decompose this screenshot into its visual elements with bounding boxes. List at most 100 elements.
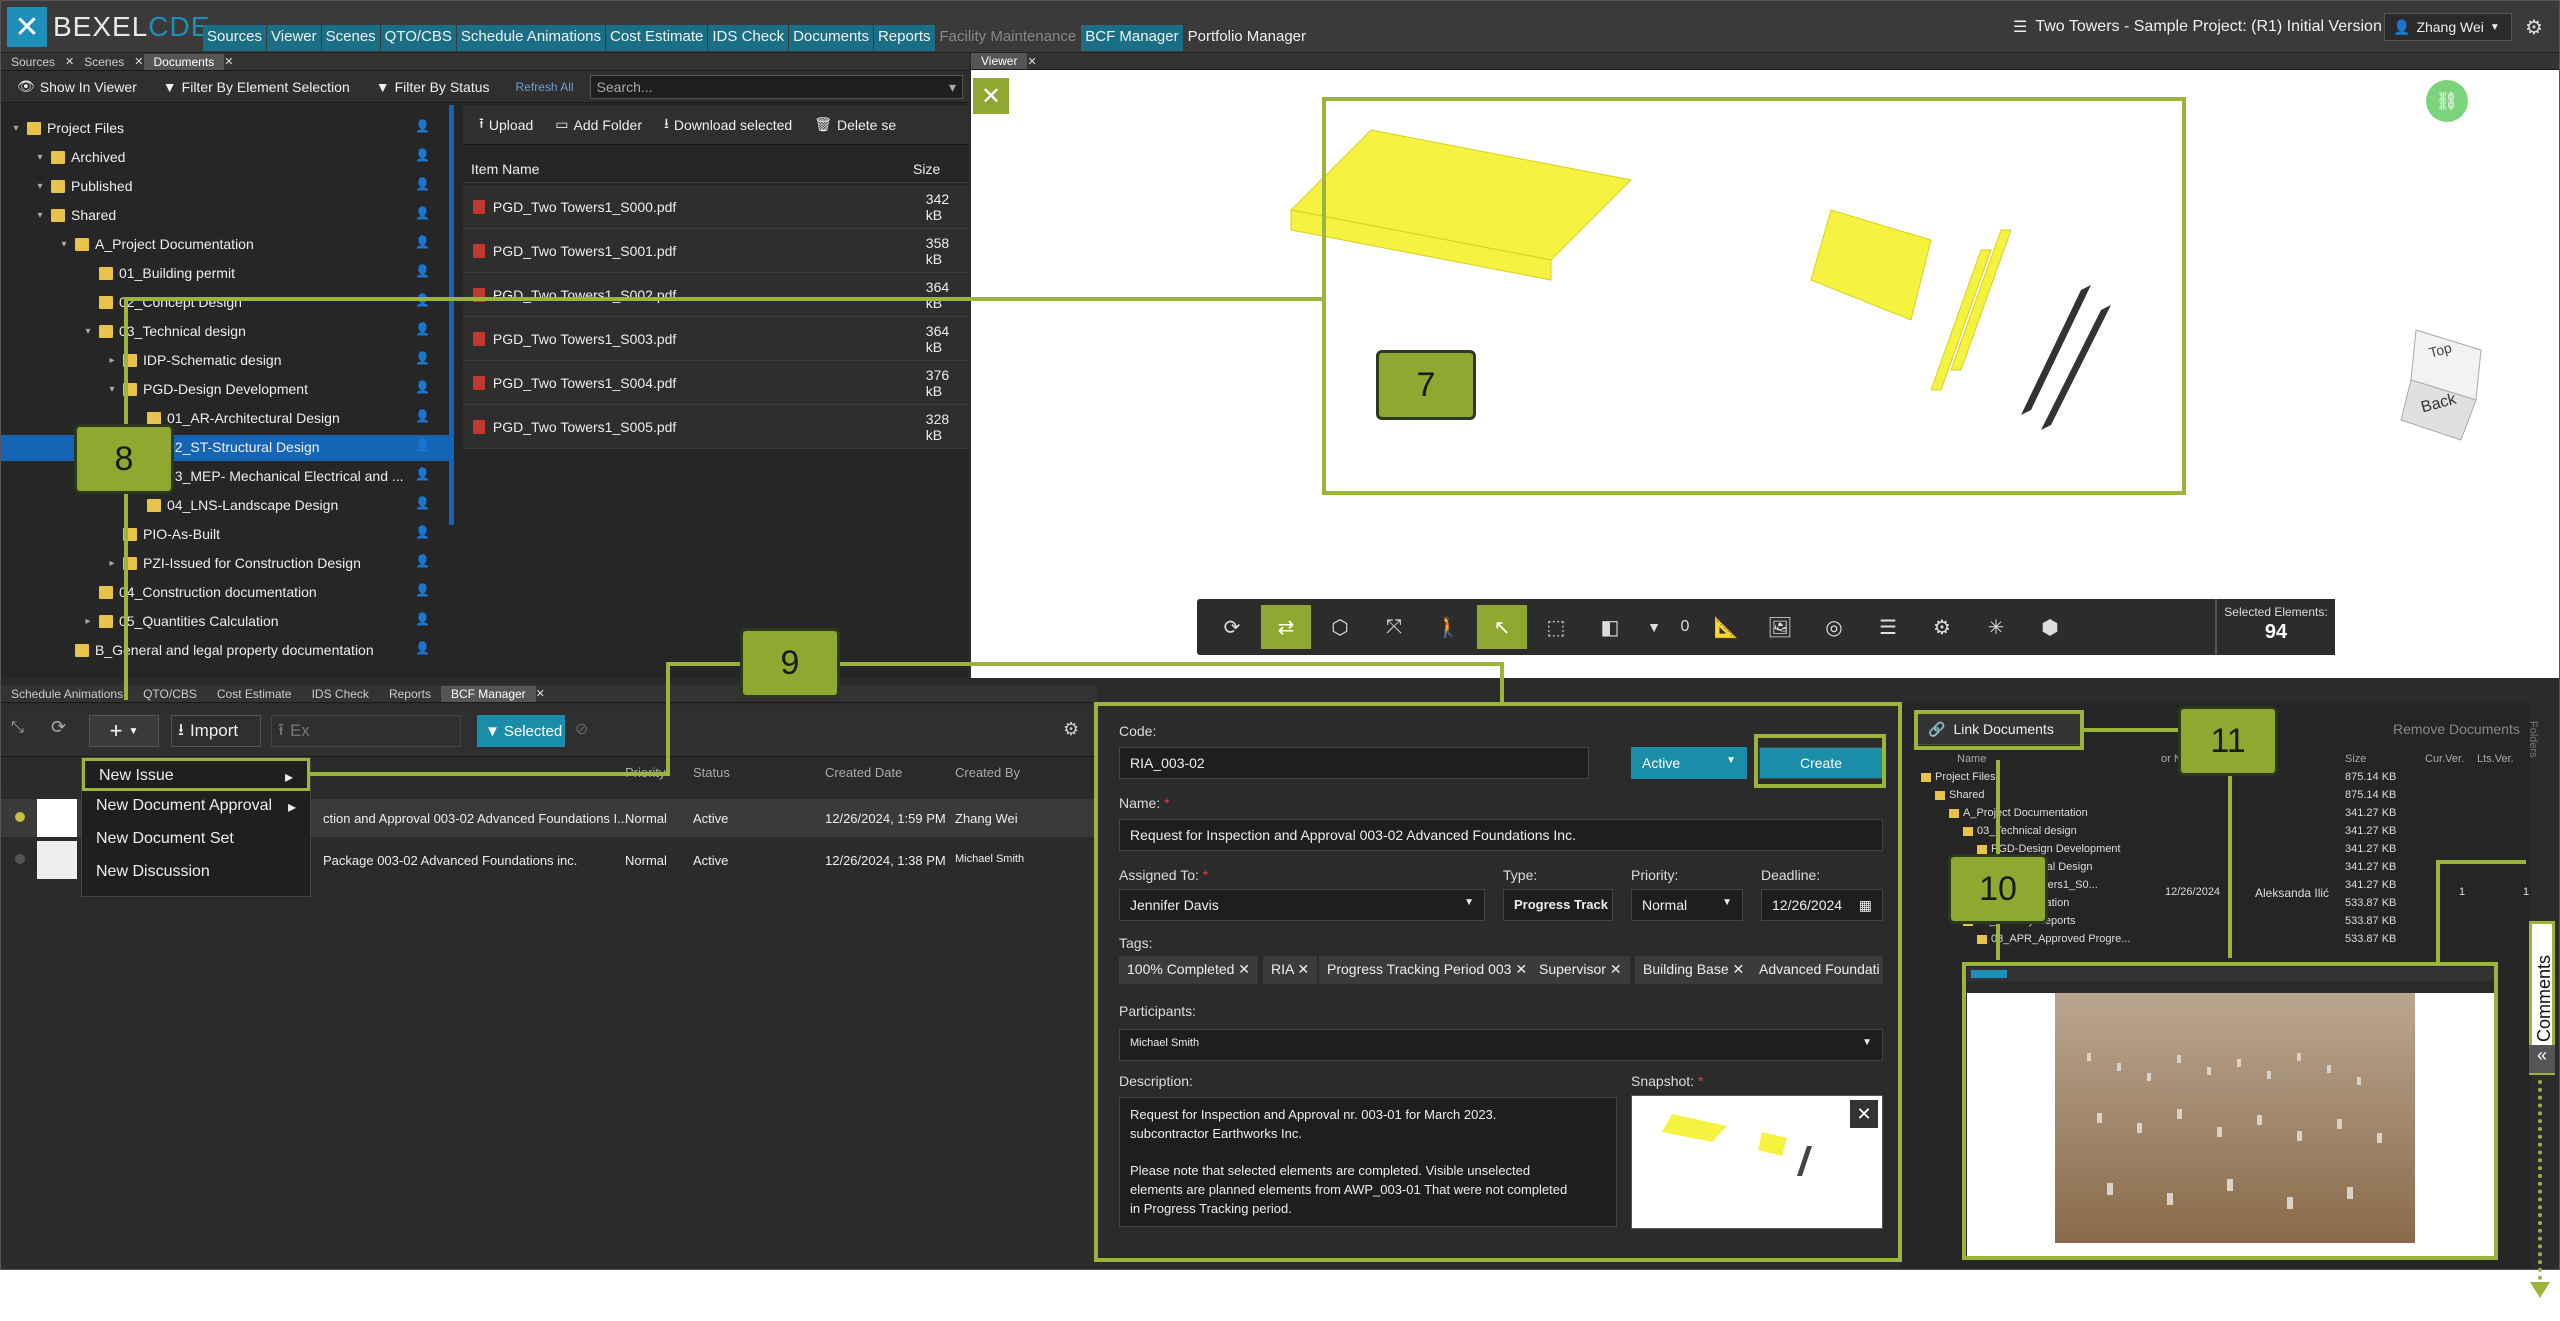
file-row[interactable]: PGD_Two Towers1_S002.pdf 364 kB bbox=[463, 273, 969, 317]
tab-cost[interactable]: Cost Estimate bbox=[207, 686, 302, 702]
project-selector[interactable]: ☰ Two Towers - Sample Project: (R1) Initi… bbox=[2013, 17, 2382, 37]
file-row[interactable]: PGD_Two Towers1_S003.pdf 364 kB bbox=[463, 317, 969, 361]
tree-node[interactable]: ▾ Published bbox=[35, 173, 132, 199]
cube-icon[interactable]: ⬢ bbox=[2025, 605, 2075, 649]
doc-tree-node[interactable]: Shared bbox=[1935, 789, 1984, 801]
tree-scrollbar[interactable] bbox=[449, 105, 454, 525]
menu-scenes[interactable]: Scenes bbox=[321, 25, 380, 51]
tab-bcf[interactable]: BCF Manager bbox=[440, 685, 536, 702]
upload-button[interactable]: ⭱ Upload bbox=[469, 109, 543, 141]
header-name[interactable]: Item Name bbox=[471, 161, 539, 177]
col-cur-ver[interactable]: Cur.Ver. bbox=[2425, 753, 2464, 765]
tab-documents[interactable]: Documents bbox=[143, 53, 225, 70]
tree-node[interactable]: ▸ IDP-Schematic design bbox=[107, 347, 281, 373]
tree-node[interactable]: ▸ 05_Quantities Calculation bbox=[83, 608, 278, 634]
doc-tree-node[interactable]: A_Project Documentation bbox=[1949, 807, 2088, 819]
doc-tree-node[interactable]: Project Files bbox=[1921, 771, 1996, 783]
isolate-icon[interactable]: ⬡ bbox=[1315, 605, 1365, 649]
search-input[interactable]: Search... ▾ bbox=[589, 74, 963, 99]
col-created-date[interactable]: Created Date bbox=[825, 765, 902, 780]
user-menu[interactable]: 👤 Zhang Wei ▼ bbox=[2384, 13, 2512, 41]
explode-icon[interactable]: ✳ bbox=[1971, 605, 2021, 649]
tab-schedule[interactable]: Schedule Animations bbox=[1, 686, 133, 702]
refresh-icon[interactable]: ⟳ bbox=[51, 717, 66, 738]
expand-icon[interactable]: ▸ bbox=[107, 355, 117, 366]
menu-new-document-approval[interactable]: New Document Approval ▸ bbox=[82, 791, 310, 824]
tree-node[interactable]: ▾ Shared bbox=[35, 202, 116, 228]
sync-selection-icon[interactable]: ⇄ bbox=[1261, 605, 1311, 649]
add-button[interactable]: + ▼ bbox=[89, 715, 159, 747]
gear-icon[interactable]: ⚙ bbox=[1063, 719, 1079, 740]
expand-icon[interactable]: ▾ bbox=[35, 152, 45, 163]
tab-sources[interactable]: Sources bbox=[1, 54, 65, 70]
tree-node[interactable]: 02_Concept Design bbox=[83, 289, 242, 315]
menu-schedule[interactable]: Schedule Animations bbox=[456, 25, 606, 51]
menu-bcf[interactable]: BCF Manager bbox=[1081, 25, 1183, 51]
list-icon[interactable]: ☰ bbox=[1863, 605, 1913, 649]
close-icon[interactable]: ✕ bbox=[224, 55, 233, 68]
tree-node[interactable]: B_General and legal property documentati… bbox=[59, 637, 374, 663]
section-icon[interactable]: ◧ bbox=[1585, 605, 1635, 649]
add-folder-button[interactable]: ▭ Add Folder bbox=[545, 112, 652, 137]
menu-viewer[interactable]: Viewer bbox=[267, 25, 321, 51]
col-name[interactable]: Name bbox=[1957, 753, 1986, 765]
expand-icon[interactable]: ▸ bbox=[83, 616, 93, 627]
tree-node[interactable]: 04_Construction documentation bbox=[83, 579, 317, 605]
download-button[interactable]: ⭳ Download selected bbox=[654, 109, 802, 141]
menu-qto[interactable]: QTO/CBS bbox=[380, 25, 456, 51]
expand-icon[interactable]: ▸ bbox=[107, 558, 117, 569]
menu-reports[interactable]: Reports bbox=[873, 25, 935, 51]
file-row[interactable]: PGD_Two Towers1_S004.pdf 376 kB bbox=[463, 361, 969, 405]
tree-node[interactable]: ▾ Archived bbox=[35, 144, 125, 170]
settings-icon[interactable]: ⚙ bbox=[1917, 605, 1967, 649]
rotate-icon[interactable]: ⟳ bbox=[1207, 605, 1257, 649]
menu-documents[interactable]: Documents bbox=[789, 25, 873, 51]
tree-node[interactable]: ▾ A_Project Documentation bbox=[59, 231, 253, 257]
file-row[interactable]: PGD_Two Towers1_S001.pdf 358 kB bbox=[463, 229, 969, 273]
menu-sources[interactable]: Sources bbox=[203, 25, 267, 51]
tab-scenes[interactable]: Scenes bbox=[74, 54, 134, 70]
folders-side-tab[interactable]: Folders bbox=[2527, 721, 2539, 758]
gear-icon[interactable]: ⚙ bbox=[2525, 15, 2543, 40]
walk-icon[interactable]: 🚶 bbox=[1423, 605, 1473, 649]
tab-qto[interactable]: QTO/CBS bbox=[133, 686, 207, 702]
expand-icon[interactable]: ▾ bbox=[59, 239, 69, 250]
export-button[interactable]: ⭱ Ex bbox=[271, 715, 461, 747]
expand-icon[interactable]: ▾ bbox=[11, 123, 21, 134]
clear-filter-icon[interactable]: ⊘ bbox=[575, 719, 588, 739]
filter-status-button[interactable]: ▼ Filter By Status bbox=[366, 75, 500, 99]
tree-node[interactable]: ▾ 03_Technical design bbox=[83, 318, 245, 344]
close-icon[interactable]: ✕ bbox=[65, 55, 74, 68]
color-wheel-icon[interactable]: ◎ bbox=[1809, 605, 1859, 649]
tree-node[interactable]: ▸ PZI-Issued for Construction Design bbox=[107, 550, 360, 576]
image-icon[interactable]: 🖼 bbox=[1755, 605, 1805, 649]
menu-ids[interactable]: IDS Check bbox=[708, 25, 789, 51]
expand-icon[interactable]: ▾ bbox=[35, 210, 45, 221]
refresh-all-button[interactable]: Refresh All bbox=[506, 76, 584, 98]
doc-tree-node[interactable]: 03_Technical design bbox=[1963, 825, 2077, 837]
menu-portfolio[interactable]: Portfolio Manager bbox=[1183, 25, 1311, 51]
tree-node[interactable]: 01_Building permit bbox=[83, 260, 235, 286]
measure-icon[interactable]: 📐 bbox=[1701, 605, 1751, 649]
link-icon[interactable]: ⛓ bbox=[2426, 80, 2468, 122]
menu-new-issue[interactable]: New Issue ▸ bbox=[82, 758, 310, 791]
zoom-fit-icon[interactable]: ⤧ bbox=[1369, 605, 1419, 649]
tree-node[interactable]: ▾ Project Files bbox=[11, 115, 124, 141]
tree-node[interactable]: ▾ PGD-Design Development bbox=[107, 376, 307, 402]
file-row[interactable]: PGD_Two Towers1_S005.pdf 328 kB bbox=[463, 405, 969, 449]
menu-new-discussion[interactable]: New Discussion bbox=[82, 857, 310, 890]
col-status[interactable]: Status bbox=[693, 765, 730, 780]
col-size[interactable]: Size bbox=[2345, 753, 2366, 765]
tree-node[interactable]: 04_LNS-Landscape Design bbox=[131, 492, 338, 518]
col-created-by[interactable]: Created By bbox=[955, 765, 1020, 780]
expand-icon[interactable]: ▾ bbox=[35, 181, 45, 192]
expand-icon[interactable]: ▾ bbox=[83, 326, 93, 337]
close-icon[interactable]: ✕ bbox=[1027, 55, 1036, 68]
remove-documents-button[interactable]: Remove Documents bbox=[2393, 721, 2520, 737]
import-button[interactable]: ⭳ Import bbox=[171, 715, 261, 747]
tab-ids[interactable]: IDS Check bbox=[302, 686, 379, 702]
close-icon[interactable]: ✕ bbox=[134, 55, 143, 68]
chevron-down-icon[interactable]: ▾ bbox=[949, 79, 956, 95]
doc-tree-node[interactable]: 03_APR_Approved Progre... bbox=[1977, 933, 2130, 945]
filter-selection-button[interactable]: ▼ Filter By Element Selection bbox=[153, 75, 360, 99]
